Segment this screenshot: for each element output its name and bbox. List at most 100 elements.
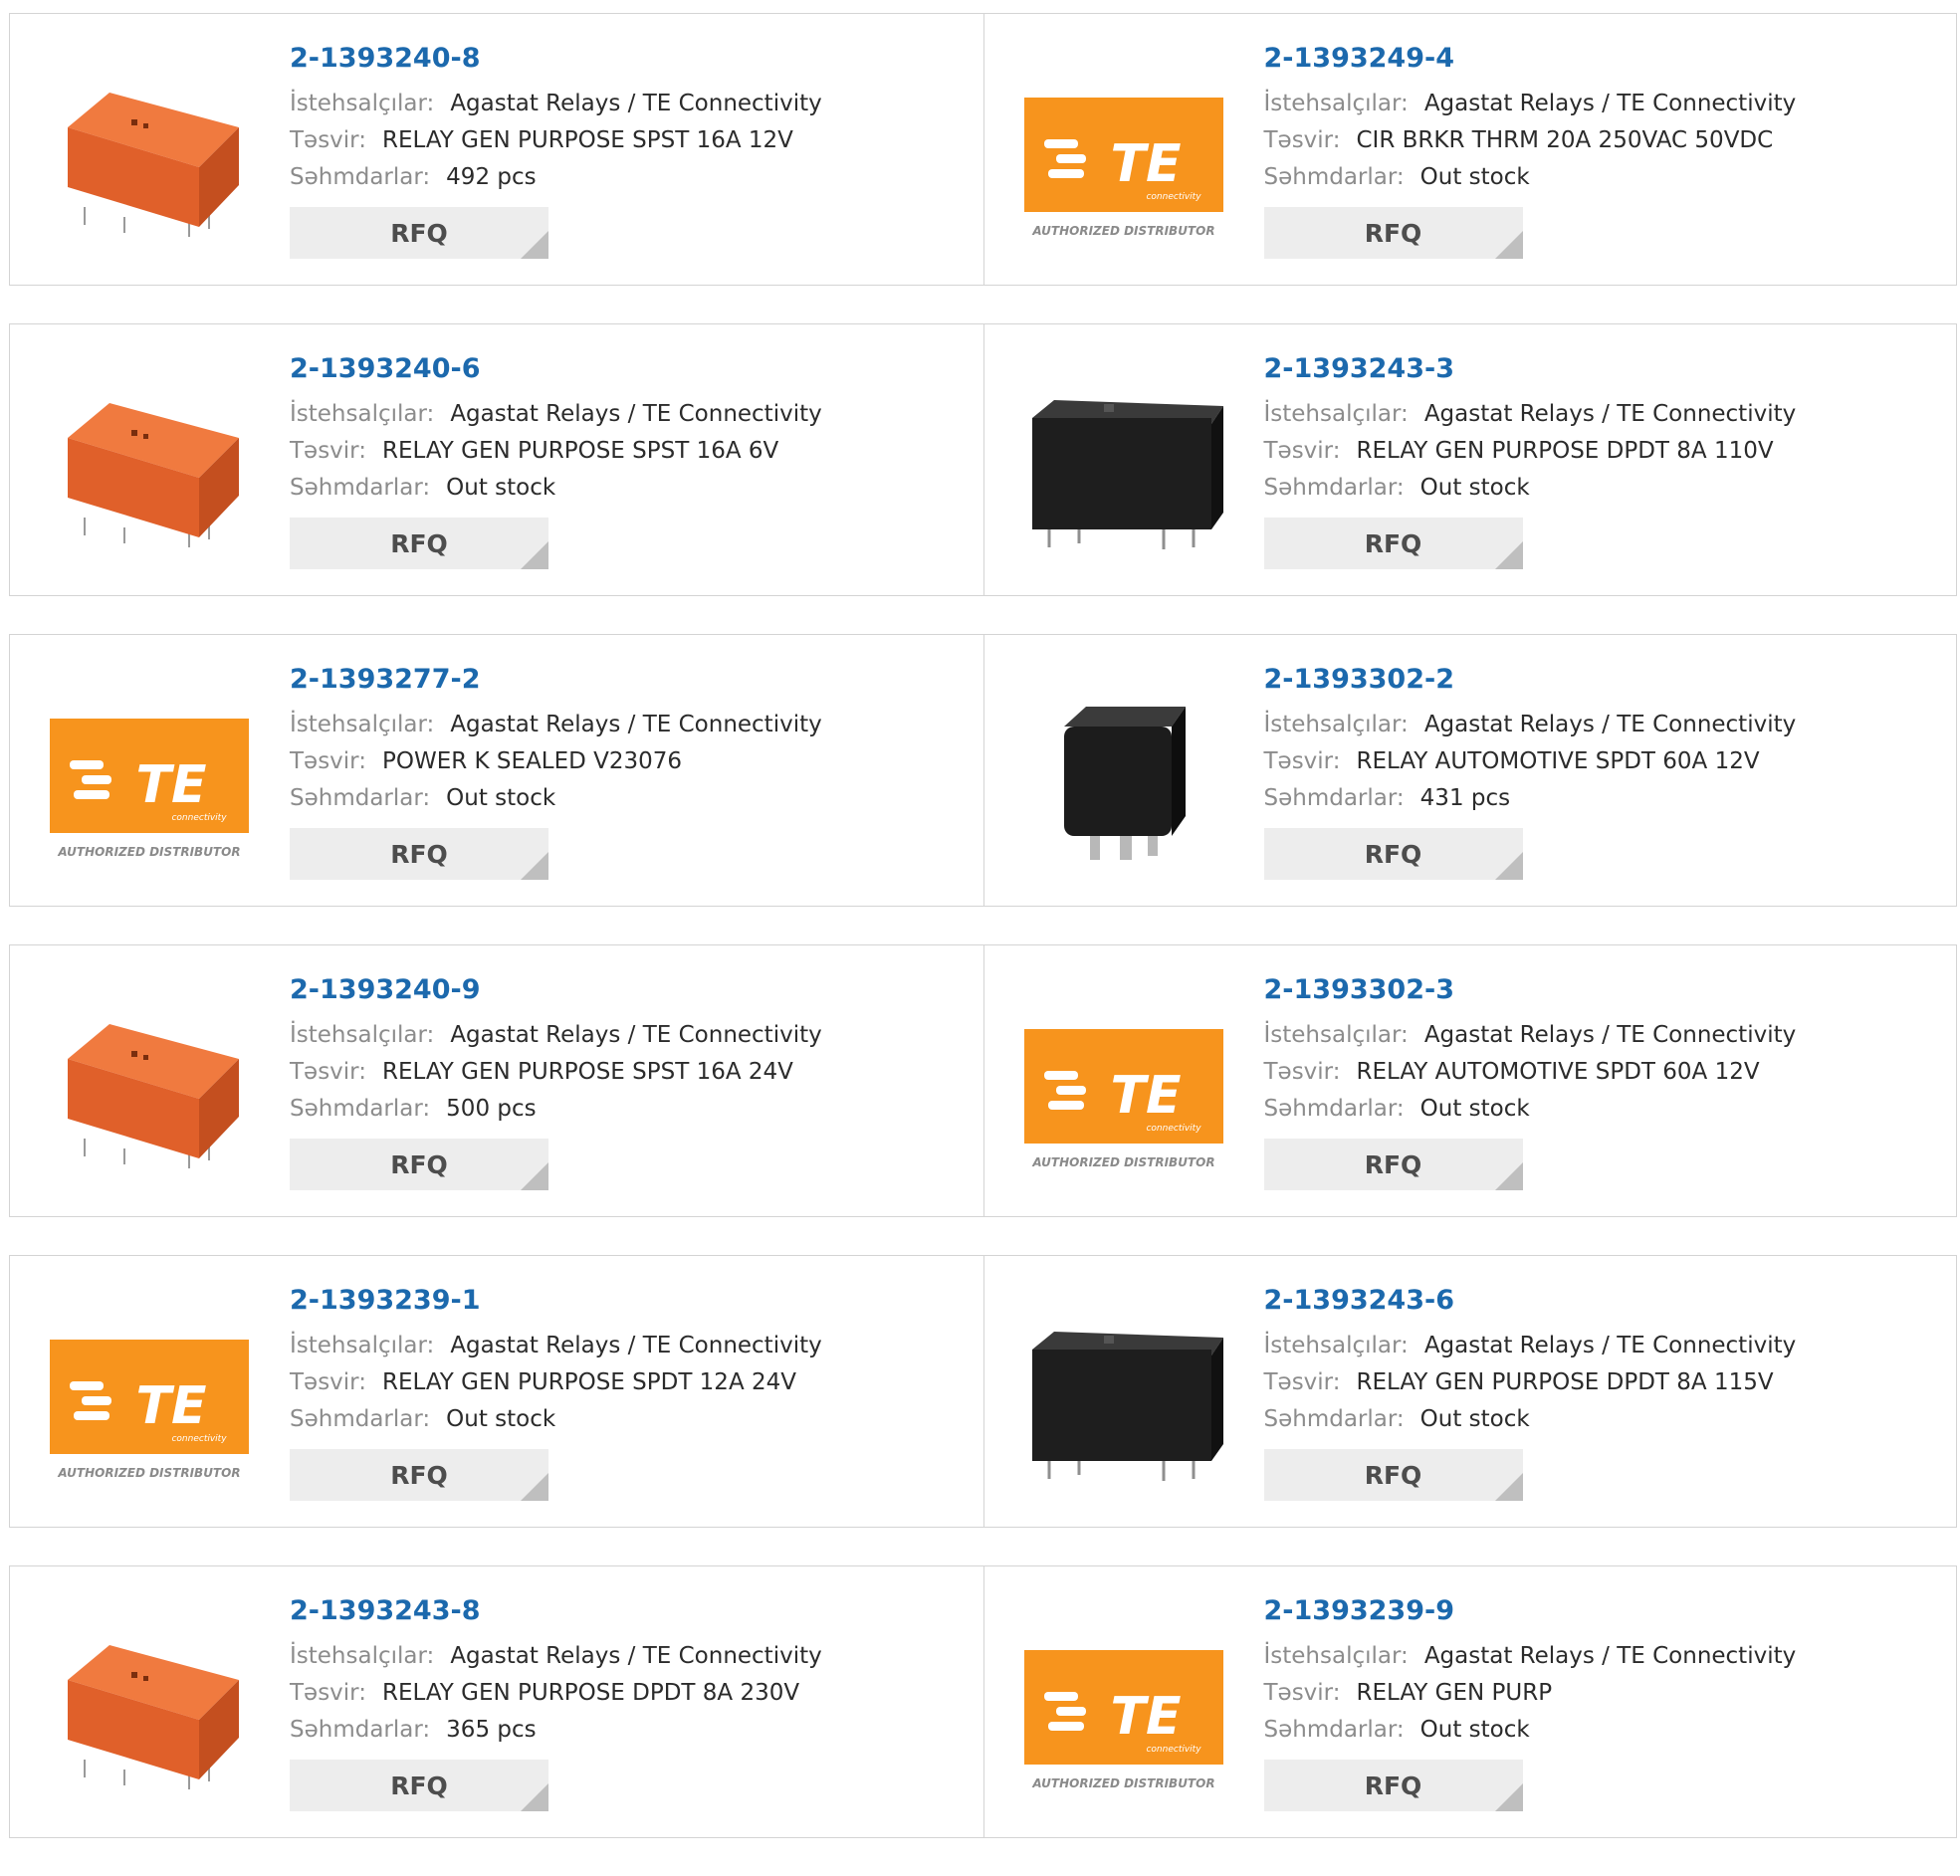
product-row: 2-1393240-6 İstehsalçılar: Agastat Relays …: [9, 323, 1957, 596]
te-logo-text: TE: [1110, 134, 1181, 194]
rfq-button[interactable]: RFQ: [1263, 518, 1523, 569]
rfq-button[interactable]: RFQ: [290, 207, 548, 259]
stock-label: Səhmdarlar:: [1263, 785, 1405, 811]
manufacturer-label: İstehsalçılar:: [1263, 91, 1409, 116]
corner-triangle-icon: [521, 852, 548, 880]
description-value: RELAY GEN PURPOSE SPST 16A 12V: [382, 127, 793, 153]
corner-triangle-icon: [521, 541, 548, 569]
product-info: 2-1393240-9 İstehsalçılar: Agastat Relays …: [290, 973, 822, 1190]
manufacturer-label: İstehsalçılar:: [1263, 1643, 1409, 1669]
stock-value: Out stock: [446, 475, 556, 501]
product-info: 2-1393277-2 İstehsalçılar: Agastat Relays …: [290, 663, 822, 880]
rfq-button[interactable]: RFQ: [290, 1449, 548, 1501]
manufacturer-value: Agastat Relays / TE Connectivity: [1423, 1643, 1797, 1669]
manufacturer: İstehsalçılar: Agastat Relays / TE Connec…: [290, 396, 822, 433]
product-card: 2-1393243-8 İstehsalçılar: Agastat Relays …: [10, 1566, 983, 1837]
rfq-button[interactable]: RFQ: [290, 1139, 548, 1190]
manufacturer-label: İstehsalçılar:: [1263, 712, 1409, 737]
part-number-link[interactable]: 2-1393243-3: [1264, 352, 1797, 386]
description-value: POWER K SEALED V23076: [382, 748, 683, 774]
corner-triangle-icon: [1494, 1162, 1523, 1190]
part-number-link[interactable]: 2-1393249-4: [1264, 42, 1797, 76]
stock: Səhmdarlar: 492 pcs: [290, 159, 822, 196]
manufacturer: İstehsalçılar: Agastat Relays / TE Connec…: [1264, 396, 1797, 433]
orange-relay-icon[interactable]: [50, 1620, 249, 1799]
stock-value: 365 pcs: [446, 1717, 537, 1743]
part-number-link[interactable]: 2-1393302-2: [1264, 663, 1797, 697]
product-row: 2-1393240-9 İstehsalçılar: Agastat Relays …: [9, 944, 1957, 1217]
description-label: Təsvir:: [1263, 748, 1341, 774]
te-logo-subtext: connectivity: [171, 813, 227, 823]
product-row: TE connectivity AUTHORIZED DISTRIBUTOR 2-…: [9, 634, 1957, 907]
te-logo-icon[interactable]: TE connectivity AUTHORIZED DISTRIBUTOR: [50, 1310, 249, 1489]
product-card: TE connectivity AUTHORIZED DISTRIBUTOR 2-…: [982, 1566, 1957, 1837]
te-logo-icon[interactable]: TE connectivity AUTHORIZED DISTRIBUTOR: [1023, 1620, 1223, 1799]
description-value: RELAY AUTOMOTIVE SPDT 60A 12V: [1356, 748, 1760, 774]
authorized-distributor-caption: AUTHORIZED DISTRIBUTOR: [57, 1466, 240, 1480]
manufacturer-label: İstehsalçılar:: [290, 401, 435, 427]
product-info: 2-1393243-3 İstehsalçılar: Agastat Relays …: [1263, 352, 1797, 569]
manufacturer-value: Agastat Relays / TE Connectivity: [450, 1022, 822, 1048]
description-value: RELAY GEN PURPOSE SPST 16A 24V: [382, 1059, 793, 1085]
part-number-link[interactable]: 2-1393239-1: [290, 1284, 822, 1318]
orange-relay-icon[interactable]: [50, 68, 249, 247]
stock: Səhmdarlar: 365 pcs: [290, 1712, 822, 1749]
description: Təsvir: RELAY GEN PURP: [1264, 1675, 1797, 1712]
stock-label: Səhmdarlar:: [1263, 475, 1405, 501]
corner-triangle-icon: [1494, 231, 1523, 259]
authorized-distributor-caption: AUTHORIZED DISTRIBUTOR: [1031, 224, 1214, 238]
rfq-button[interactable]: RFQ: [290, 828, 548, 880]
product-info: 2-1393240-6 İstehsalçılar: Agastat Relays …: [290, 352, 822, 569]
te-logo-icon[interactable]: TE connectivity AUTHORIZED DISTRIBUTOR: [50, 689, 249, 868]
description: Təsvir: RELAY AUTOMOTIVE SPDT 60A 12V: [1264, 743, 1797, 780]
description: Təsvir: CIR BRKR THRM 20A 250VAC 50VDC: [1264, 122, 1797, 159]
product-info: 2-1393249-4 İstehsalçılar: Agastat Relays …: [1263, 42, 1797, 259]
rfq-button-label: RFQ: [390, 528, 448, 558]
description: Təsvir: RELAY GEN PURPOSE DPDT 8A 115V: [1264, 1364, 1797, 1401]
description-label: Təsvir:: [1263, 438, 1341, 464]
stock-label: Səhmdarlar:: [290, 1717, 431, 1743]
corner-triangle-icon: [521, 231, 548, 259]
manufacturer: İstehsalçılar: Agastat Relays / TE Connec…: [290, 1638, 822, 1675]
part-number-link[interactable]: 2-1393243-6: [1264, 1284, 1797, 1318]
rfq-button[interactable]: RFQ: [290, 1760, 548, 1811]
black-relay-icon[interactable]: [1024, 1310, 1223, 1489]
te-logo-text: TE: [136, 1376, 207, 1436]
rfq-button[interactable]: RFQ: [1263, 828, 1523, 880]
product-card: 2-1393302-2 İstehsalçılar: Agastat Relays …: [982, 635, 1957, 906]
part-number-link[interactable]: 2-1393240-6: [290, 352, 822, 386]
manufacturer-label: İstehsalçılar:: [290, 1333, 435, 1358]
stock-value: 500 pcs: [446, 1096, 537, 1122]
rfq-button[interactable]: RFQ: [1263, 207, 1523, 259]
te-logo-text: TE: [1110, 1687, 1181, 1747]
rfq-button[interactable]: RFQ: [290, 518, 548, 569]
stock-value: Out stock: [1419, 1406, 1530, 1432]
manufacturer-label: İstehsalçılar:: [290, 1643, 435, 1669]
rfq-button-label: RFQ: [1364, 839, 1422, 869]
description-value: RELAY GEN PURPOSE SPST 16A 6V: [382, 438, 779, 464]
orange-relay-icon[interactable]: [50, 378, 249, 557]
rfq-button[interactable]: RFQ: [1263, 1449, 1523, 1501]
orange-relay-icon[interactable]: [50, 999, 249, 1178]
part-number-link[interactable]: 2-1393277-2: [290, 663, 822, 697]
rfq-button-label: RFQ: [390, 1771, 448, 1800]
manufacturer-label: İstehsalçılar:: [1263, 1333, 1409, 1358]
manufacturer-label: İstehsalçılar:: [290, 1022, 435, 1048]
part-number-link[interactable]: 2-1393302-3: [1264, 973, 1797, 1007]
stock: Səhmdarlar: Out stock: [1264, 1712, 1797, 1749]
rfq-button[interactable]: RFQ: [1263, 1760, 1523, 1811]
part-number-link[interactable]: 2-1393240-8: [290, 42, 822, 76]
manufacturer-value: Agastat Relays / TE Connectivity: [1423, 91, 1797, 116]
manufacturer-value: Agastat Relays / TE Connectivity: [450, 91, 822, 116]
te-logo-icon[interactable]: TE connectivity AUTHORIZED DISTRIBUTOR: [1023, 999, 1223, 1178]
rfq-button[interactable]: RFQ: [1263, 1139, 1523, 1190]
part-number-link[interactable]: 2-1393239-9: [1264, 1594, 1797, 1628]
te-logo-icon[interactable]: TE connectivity AUTHORIZED DISTRIBUTOR: [1023, 68, 1223, 247]
part-number-link[interactable]: 2-1393243-8: [290, 1594, 822, 1628]
manufacturer: İstehsalçılar: Agastat Relays / TE Connec…: [1264, 1328, 1797, 1364]
manufacturer: İstehsalçılar: Agastat Relays / TE Connec…: [290, 86, 822, 122]
black-relay-icon[interactable]: [1024, 378, 1223, 557]
part-number-link[interactable]: 2-1393240-9: [290, 973, 822, 1007]
automotive-relay-icon[interactable]: [1024, 689, 1223, 868]
manufacturer-value: Agastat Relays / TE Connectivity: [450, 1643, 822, 1669]
